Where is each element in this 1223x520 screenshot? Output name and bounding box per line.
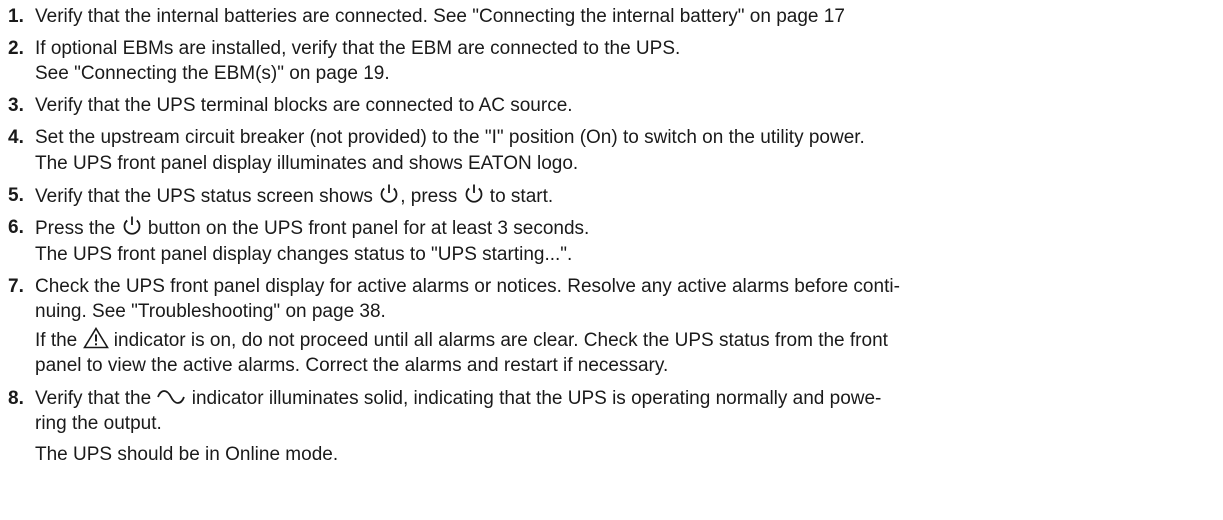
step-text: nuing. See "Troubleshooting" on page 38. [35, 301, 386, 322]
step-text: Verify that the internal batteries are c… [35, 6, 845, 27]
step-text-segment: indicator is on, do not proceed until al… [108, 330, 888, 351]
step-text: The UPS front panel display changes stat… [35, 244, 573, 265]
step-text: Check the UPS front panel display for ac… [35, 276, 900, 297]
step-text: If optional EBMs are installed, verify t… [35, 38, 681, 59]
step-text: Verify that the indicator illuminates so… [35, 386, 881, 414]
step-text: Press the button on the UPS front panel … [35, 215, 589, 244]
step-text: See "Connecting the EBM(s)" on page 19. [35, 63, 390, 84]
step-text: If the indicator is on, do not proceed u… [35, 326, 888, 356]
step-number: 8. [8, 388, 24, 409]
instruction-list: 1. Verify that the internal batteries ar… [0, 0, 1223, 520]
step-number: 2. [8, 38, 24, 59]
step-text-segment: button on the UPS front panel for at lea… [142, 218, 590, 239]
step-text-segment: , press [400, 186, 463, 207]
step-text: Verify that the UPS terminal blocks are … [35, 95, 573, 116]
step-text-segment: Verify that the [35, 388, 157, 409]
step-text-segment: Verify that the UPS status screen shows [35, 186, 379, 207]
warning-triangle-icon [82, 326, 109, 356]
step-number: 3. [8, 95, 24, 116]
power-icon [378, 183, 400, 212]
sine-wave-icon [156, 387, 186, 414]
step-number: 6. [8, 217, 24, 238]
step-text: Set the upstream circuit breaker (not pr… [35, 127, 865, 148]
step-number: 1. [8, 6, 24, 27]
step-text: ring the output. [35, 413, 162, 434]
step-text: panel to view the active alarms. Correct… [35, 355, 669, 376]
step-text-segment: Press the [35, 218, 121, 239]
power-icon [463, 183, 485, 212]
step-text-segment: indicator illuminates solid, indicating … [186, 388, 882, 409]
step-text: Verify that the UPS status screen shows … [35, 183, 553, 212]
step-text-segment: If the [35, 330, 83, 351]
step-number: 5. [8, 185, 24, 206]
step-text: The UPS should be in Online mode. [35, 444, 339, 465]
step-number: 4. [8, 127, 24, 148]
step-text-segment: to start. [484, 186, 554, 207]
step-text: The UPS front panel display illuminates … [35, 153, 579, 174]
power-icon [121, 215, 143, 244]
step-number: 7. [8, 276, 24, 297]
